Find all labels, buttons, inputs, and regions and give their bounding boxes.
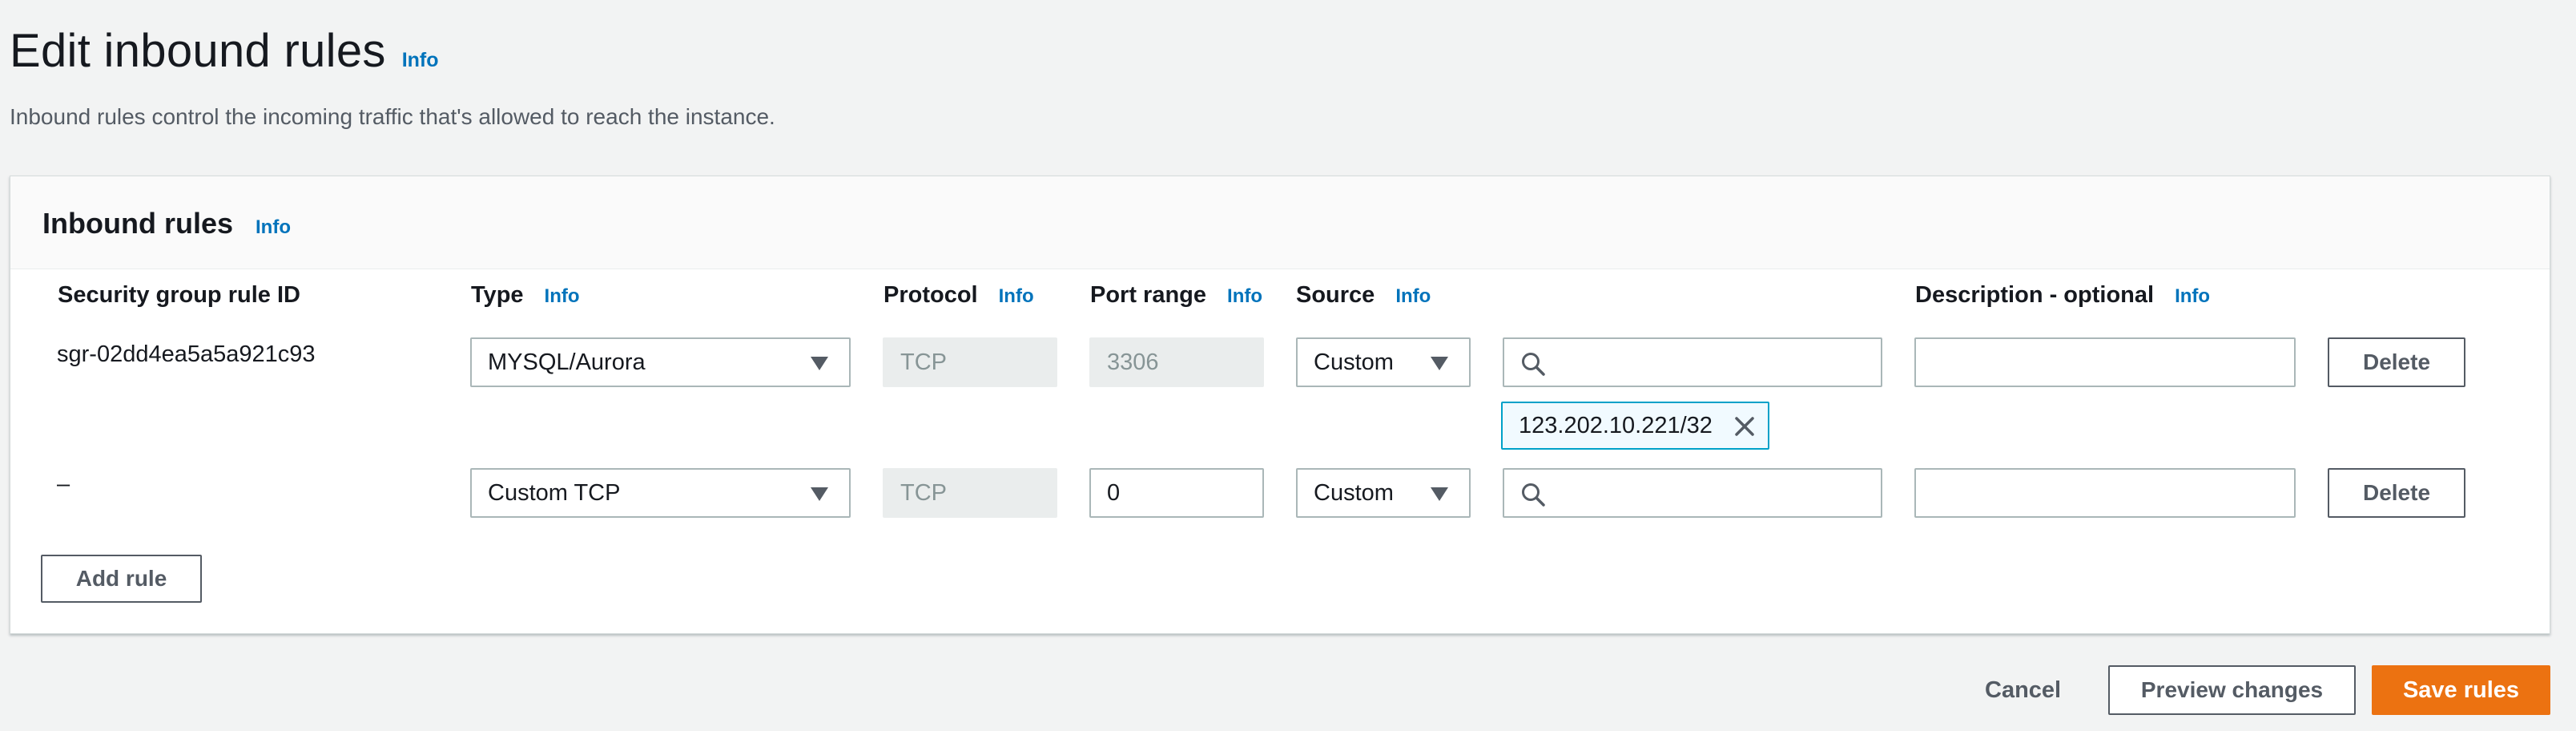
save-rules-button[interactable]: Save rules [2372,665,2550,715]
column-header-source-label: Source [1296,282,1375,308]
panel-header: Inbound rules Info [10,176,2550,269]
caret-down-icon [811,357,828,370]
column-header-description: Description - optional Info [1915,282,2210,309]
source-select[interactable]: Custom [1296,468,1471,518]
type-select[interactable]: MYSQL/Aurora [470,337,851,387]
source-token: 123.202.10.221/32 [1501,402,1769,450]
page-subtitle: Inbound rules control the incoming traff… [10,104,775,129]
preview-changes-button[interactable]: Preview changes [2108,665,2356,715]
source-search-input[interactable] [1503,337,1882,387]
delete-button[interactable]: Delete [2328,468,2465,518]
column-header-description-label: Description - optional [1915,282,2155,308]
add-rule-button[interactable]: Add rule [41,555,202,603]
description-input[interactable] [1914,337,2296,387]
caret-down-icon [1431,357,1448,370]
port-range-field: 3306 [1089,337,1264,387]
inbound-rules-panel: Inbound rules Info Security group rule I… [10,176,2550,634]
type-select-value: Custom TCP [488,479,621,506]
description-info-link[interactable]: Info [2175,285,2210,308]
protocol-field: TCP [883,337,1057,387]
panel-title: Inbound rules [42,207,233,240]
column-header-protocol: Protocol Info [883,282,1034,309]
protocol-value: TCP [900,479,947,506]
close-icon[interactable] [1733,414,1757,438]
caret-down-icon [1431,487,1448,501]
column-header-type-label: Type [471,282,524,308]
column-header-type: Type Info [471,282,580,309]
protocol-field: TCP [883,468,1057,518]
search-icon [1522,353,1545,376]
column-header-protocol-label: Protocol [883,282,978,308]
cancel-button[interactable]: Cancel [1985,665,2061,715]
type-info-link[interactable]: Info [545,285,580,308]
page-title: Edit inbound rules [10,25,386,77]
rule-id: – [57,471,70,497]
delete-button[interactable]: Delete [2328,337,2465,387]
source-select-value: Custom [1314,479,1394,506]
source-token-value: 123.202.10.221/32 [1519,412,1713,438]
column-header-rule-id-label: Security group rule ID [58,282,300,308]
description-input[interactable] [1914,468,2296,518]
column-header-source: Source Info [1296,282,1431,309]
source-select[interactable]: Custom [1296,337,1471,387]
protocol-info-link[interactable]: Info [999,285,1034,308]
port-range-input[interactable]: 0 [1089,468,1264,518]
column-header-port-range: Port range Info [1090,282,1262,309]
source-search-input[interactable] [1503,468,1882,518]
column-header-rule-id: Security group rule ID [58,282,300,309]
source-select-value: Custom [1314,349,1394,375]
caret-down-icon [811,487,828,501]
panel-title-row: Inbound rules Info [42,207,291,240]
port-range-value: 3306 [1107,349,1159,375]
protocol-value: TCP [900,349,947,375]
page-info-link[interactable]: Info [402,49,439,72]
type-select[interactable]: Custom TCP [470,468,851,518]
source-info-link[interactable]: Info [1395,285,1431,308]
port-range-value: 0 [1107,479,1121,506]
port-range-info-link[interactable]: Info [1227,285,1262,308]
search-icon [1522,483,1545,507]
type-select-value: MYSQL/Aurora [488,349,646,375]
panel-info-link[interactable]: Info [256,216,291,239]
page-header: Edit inbound rules Info [10,24,439,78]
rule-id: sgr-02dd4ea5a5a921c93 [57,341,316,367]
column-header-port-range-label: Port range [1090,282,1207,308]
